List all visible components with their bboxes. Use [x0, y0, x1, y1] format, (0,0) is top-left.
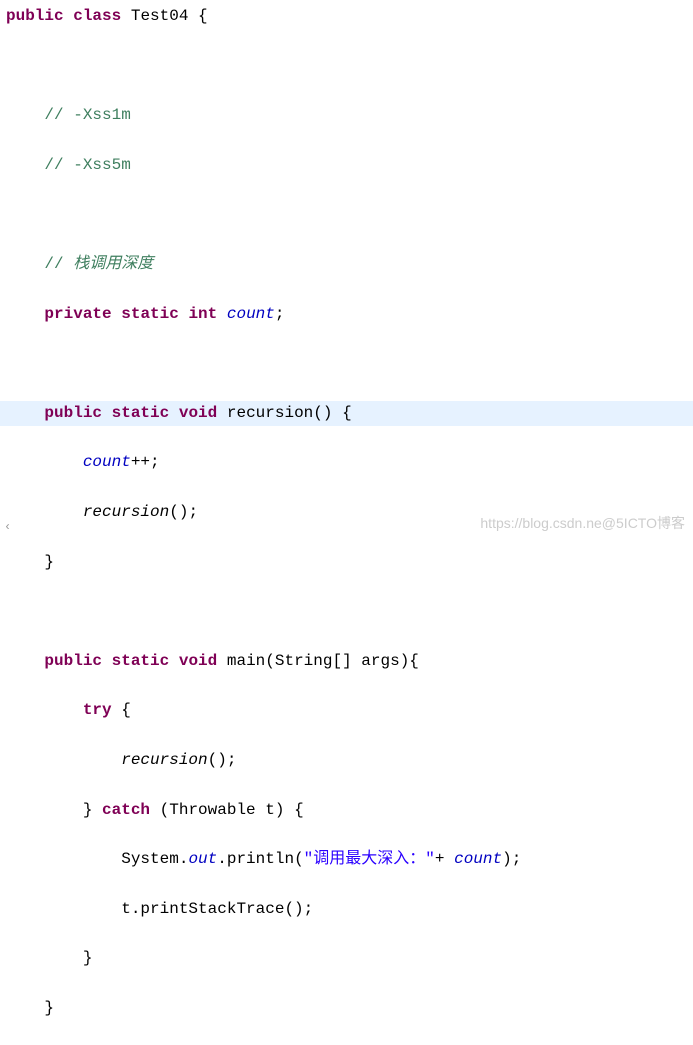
- code-line: }: [0, 946, 693, 971]
- watermark-text: https://blog.csdn.ne@5ICTO博客: [480, 513, 685, 535]
- code-line: // -Xss5m: [0, 153, 693, 178]
- code-line: public class Test04 {: [0, 4, 693, 29]
- code-line: t.printStackTrace();: [0, 897, 693, 922]
- code-line: }: [0, 996, 693, 1021]
- code-line: [0, 54, 693, 79]
- code-line: System.out.println("调用最大深入："+ count);: [0, 847, 693, 872]
- code-line: } catch (Throwable t) {: [0, 798, 693, 823]
- code-line: recursion();: [0, 748, 693, 773]
- code-line: }: [0, 550, 693, 575]
- code-line: public static void main(String[] args){: [0, 649, 693, 674]
- code-line: count++;: [0, 450, 693, 475]
- code-line: // -Xss1m: [0, 103, 693, 128]
- code-line-highlighted: public static void recursion() {: [0, 401, 693, 426]
- caret-indicator: ‹: [4, 518, 11, 537]
- code-line: // 栈调用深度: [0, 252, 693, 277]
- code-line: [0, 599, 693, 624]
- code-line: [0, 202, 693, 227]
- code-line: try {: [0, 698, 693, 723]
- code-line: [0, 351, 693, 376]
- code-line: private static int count;: [0, 302, 693, 327]
